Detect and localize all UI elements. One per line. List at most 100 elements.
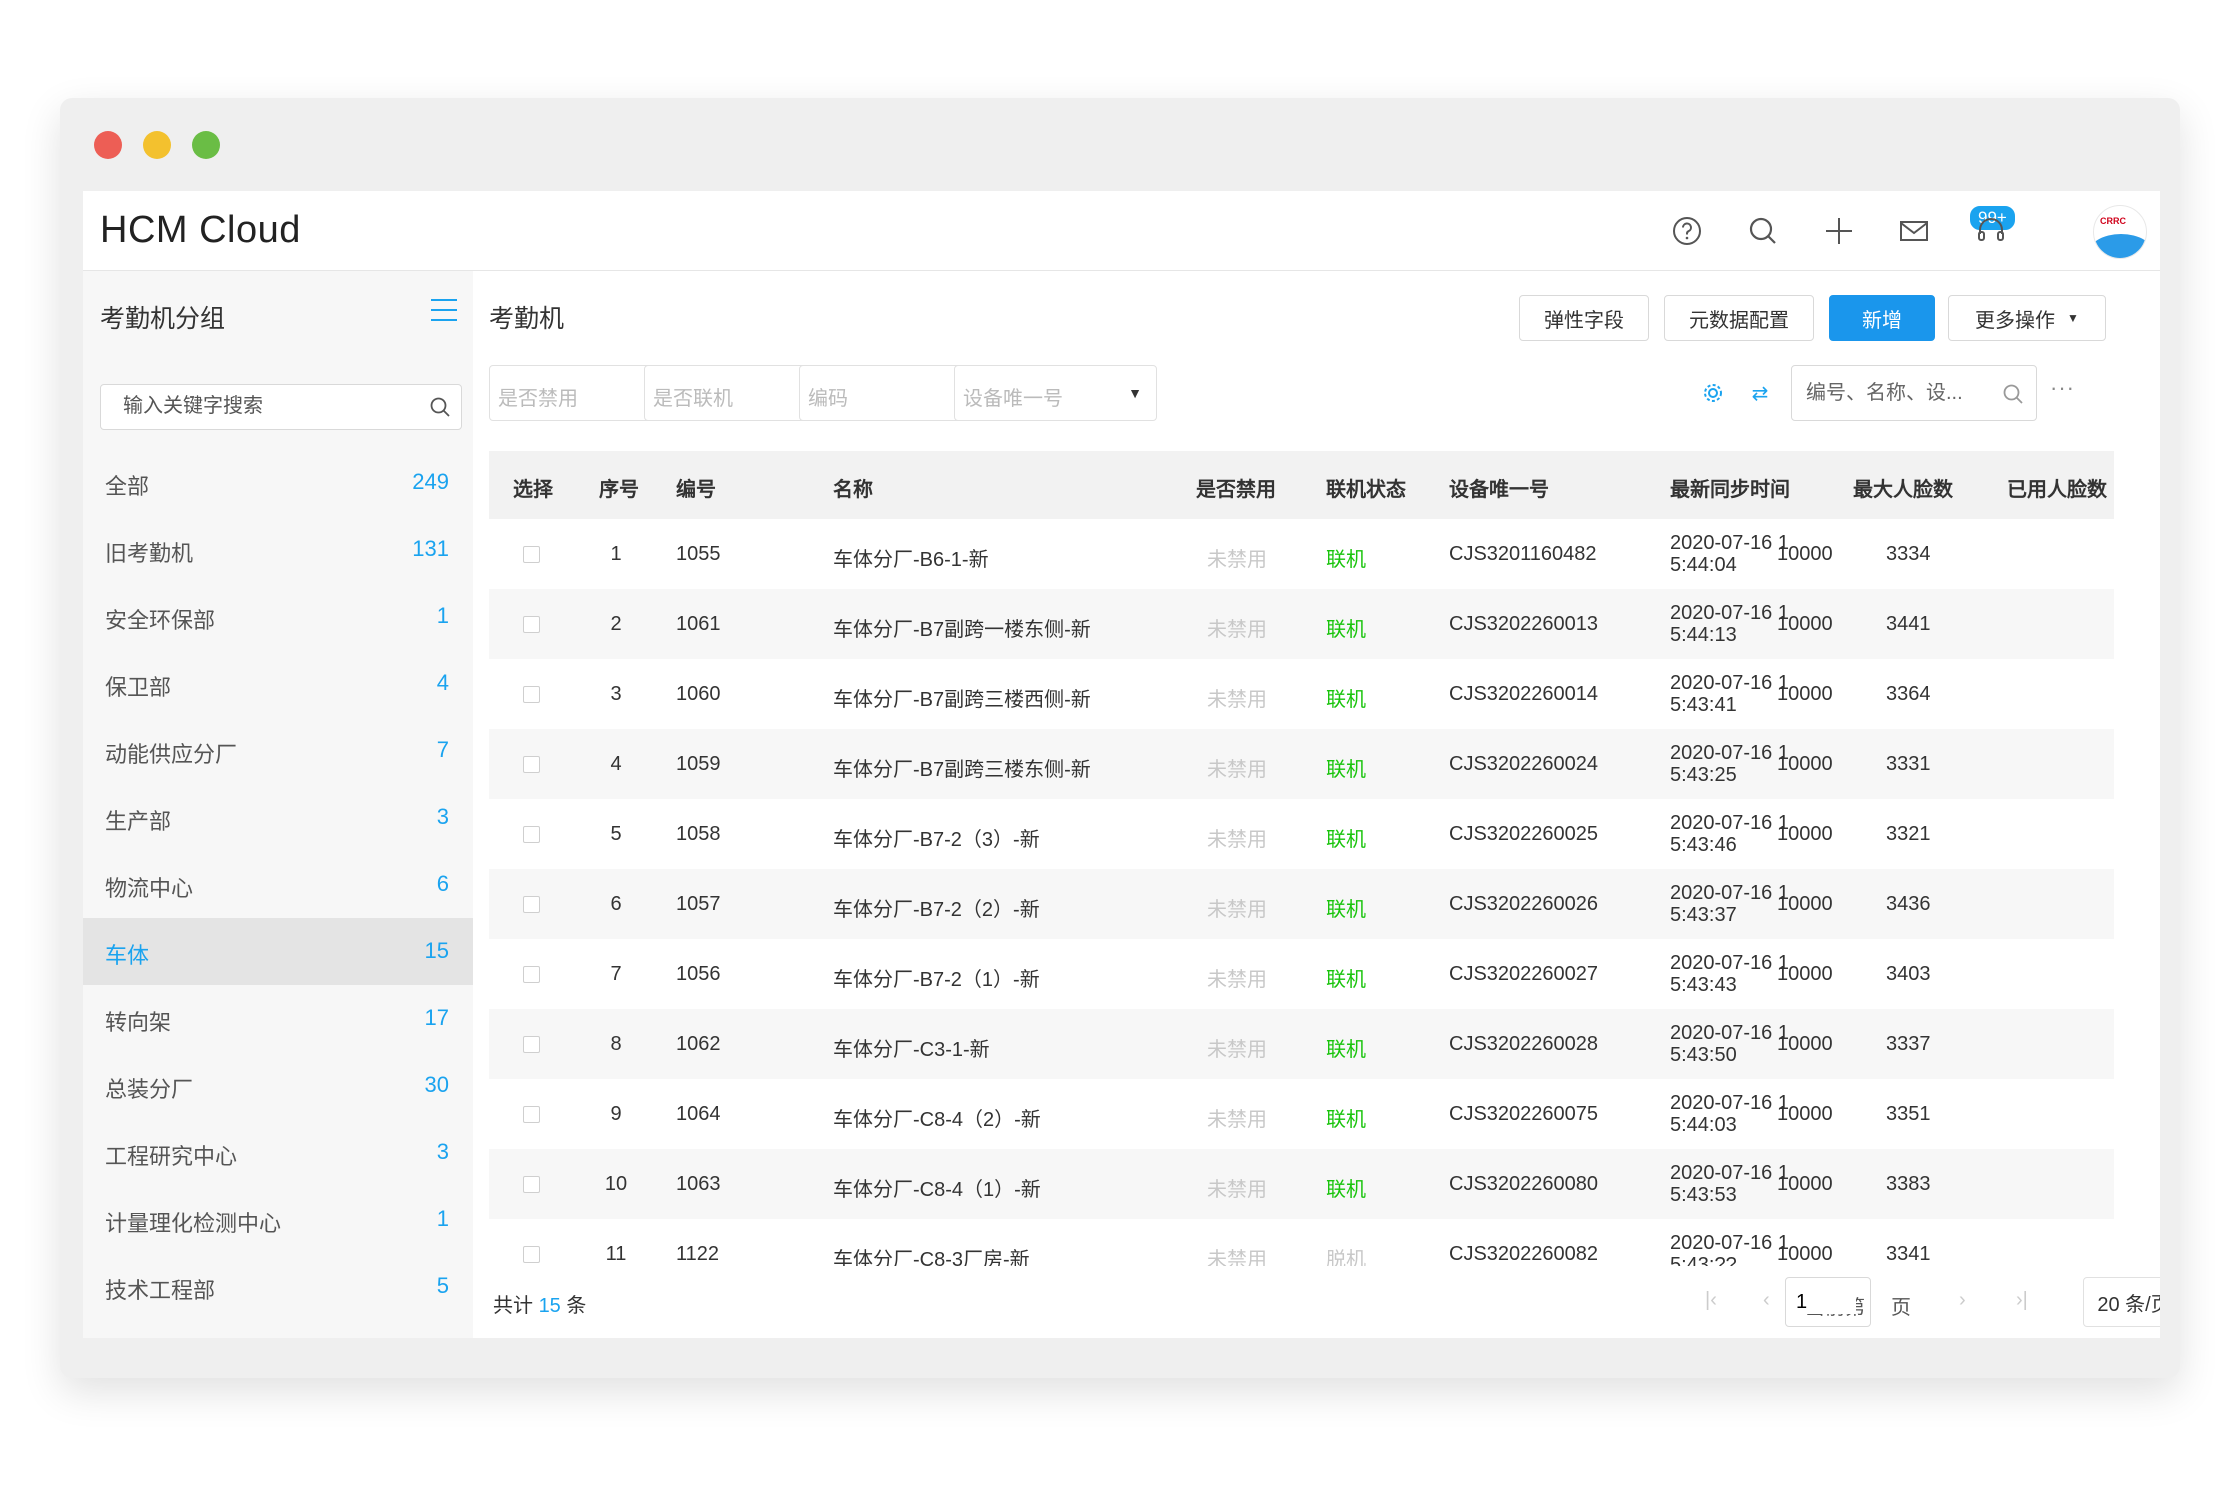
gear-icon[interactable] [1701, 382, 1725, 406]
cell-name: 车体分厂-B7-2（2）-新 [833, 899, 1040, 921]
table-row[interactable]: 7 1056 车体分厂-B7-2（1）-新 未禁用 联机 CJS3202260027 202… [489, 939, 2114, 1009]
minimize-window-button[interactable] [143, 131, 171, 159]
cell-max-faces: 10000 [1777, 1173, 1833, 1195]
cell-used-faces: 3331 [1886, 753, 1931, 775]
table-row[interactable]: 1 1055 车体分厂-B6-1-新 未禁用 联机 CJS3201160482 2020-0… [489, 519, 2114, 589]
cell-code: 1060 [676, 683, 721, 705]
cell-seq: 2 [610, 613, 622, 635]
table-row[interactable]: 3 1060 车体分厂-B7副跨三楼西侧-新 未禁用 联机 CJS3202260014 20… [489, 659, 2114, 729]
group-name: 旧考勤机 [105, 541, 194, 566]
help-icon[interactable] [1669, 213, 1705, 249]
row-checkbox[interactable] [523, 1036, 540, 1053]
table-row[interactable]: 9 1064 车体分厂-C8-4（2）-新 未禁用 联机 CJS3202260075 202… [489, 1079, 2114, 1149]
page-number-input[interactable] [1796, 1291, 1856, 1314]
last-page-icon[interactable]: ›| [2016, 1289, 2028, 1312]
flex-fields-button[interactable]: 弹性字段 [1519, 295, 1649, 341]
group-name: 车体 [105, 943, 150, 968]
sidebar-group-item[interactable]: 保卫部 4 [83, 650, 473, 717]
cell-code: 1122 [676, 1243, 720, 1265]
group-search[interactable] [100, 384, 462, 430]
cell-max-faces: 10000 [1777, 753, 1833, 775]
sidebar-group-item[interactable]: 生产部 3 [83, 784, 473, 851]
sidebar-group-item[interactable]: 工程研究中心 3 [83, 1119, 473, 1186]
sidebar-group-item[interactable]: 计量理化检测中心 1 [83, 1186, 473, 1253]
mail-icon[interactable] [1896, 213, 1932, 249]
header-name: 名称 [833, 479, 873, 501]
search-icon[interactable] [2002, 383, 2024, 410]
header-disabled: 是否禁用 [1196, 479, 1276, 501]
sidebar-group-item[interactable]: 车体 15 [83, 918, 473, 985]
table-row[interactable]: 2 1061 车体分厂-B7副跨一楼东侧-新 未禁用 联机 CJS3202260013 20… [489, 589, 2114, 659]
menu-icon[interactable] [431, 299, 457, 323]
row-checkbox[interactable] [523, 1106, 540, 1123]
cell-status: 联机 [1326, 689, 1366, 711]
maximize-window-button[interactable] [192, 131, 220, 159]
group-count: 5 [436, 1273, 449, 1298]
header-status: 联机状态 [1326, 479, 1406, 501]
sidebar-group-item[interactable]: 全部 249 [83, 449, 473, 516]
top-bar: HCM Cloud 99+ CRRC [83, 191, 2160, 271]
search-icon[interactable] [429, 396, 451, 423]
add-button[interactable]: 新增 [1829, 295, 1935, 341]
cell-seq: 11 [605, 1243, 627, 1265]
table-row[interactable]: 10 1063 车体分厂-C8-4（1）-新 未禁用 联机 CJS3202260080 20… [489, 1149, 2114, 1219]
cell-name: 车体分厂-B7副跨三楼东侧-新 [833, 759, 1091, 781]
main-panel: 考勤机 弹性字段 元数据配置 新增 更多操作 ▼ 是否禁用▼是否联机▼编码▼设备… [473, 271, 2160, 1338]
sidebar-group-item[interactable]: 动能供应分厂 7 [83, 717, 473, 784]
row-checkbox[interactable] [523, 1176, 540, 1193]
table-row[interactable]: 8 1062 车体分厂-C3-1-新 未禁用 联机 CJS3202260028 2020-0… [489, 1009, 2114, 1079]
prev-page-icon[interactable]: ‹ [1763, 1289, 1770, 1312]
group-name: 全部 [105, 474, 150, 499]
group-name: 计量理化检测中心 [105, 1211, 282, 1236]
next-page-icon[interactable]: › [1959, 1289, 1966, 1312]
row-checkbox[interactable] [523, 756, 540, 773]
cell-disabled: 未禁用 [1207, 1249, 1267, 1266]
keyword-search[interactable] [1791, 365, 2037, 421]
page-title: 考勤机 [489, 305, 565, 333]
table-row[interactable]: 5 1058 车体分厂-B7-2（3）-新 未禁用 联机 CJS3202260025 202… [489, 799, 2114, 869]
sidebar-group-item[interactable]: 安全环保部 1 [83, 583, 473, 650]
page-size-select[interactable]: 20 条/页 ▼ [2083, 1277, 2160, 1327]
sidebar-group-item[interactable]: 转向架 17 [83, 985, 473, 1052]
cell-used-faces: 3441 [1886, 613, 1931, 635]
app-content: HCM Cloud 99+ CRRC 考勤机分组 输入关键字搜索 全部 249 … [83, 191, 2160, 1338]
cell-max-faces: 10000 [1777, 1243, 1833, 1265]
metadata-config-button[interactable]: 元数据配置 [1664, 295, 1814, 341]
cell-device-id: CJS3202260075 [1449, 1103, 1599, 1125]
cell-seq: 4 [610, 753, 622, 775]
avatar[interactable]: CRRC [2093, 205, 2147, 259]
swap-icon[interactable]: ⇄ [1748, 382, 1772, 406]
row-checkbox[interactable] [523, 616, 540, 633]
table-row[interactable]: 11 1122 车体分厂-C8-3厂房-新 未禁用 脱机 CJS3202260082 202… [489, 1219, 2114, 1266]
row-checkbox[interactable] [523, 1246, 540, 1263]
row-checkbox[interactable] [523, 686, 540, 703]
sidebar-group-item[interactable]: 技术工程部 5 [83, 1253, 473, 1320]
filter-placeholder: 编码 [808, 388, 848, 410]
headset-icon[interactable] [1973, 213, 2009, 249]
first-page-icon[interactable]: |‹ [1705, 1289, 1717, 1312]
sidebar-group-item[interactable]: 总装分厂 30 [83, 1052, 473, 1119]
cell-disabled: 未禁用 [1207, 899, 1267, 921]
more-actions-button[interactable]: 更多操作 ▼ [1948, 295, 2106, 341]
row-checkbox[interactable] [523, 826, 540, 843]
row-checkbox[interactable] [523, 546, 540, 563]
table-row[interactable]: 4 1059 车体分厂-B7副跨三楼东侧-新 未禁用 联机 CJS3202260024 20… [489, 729, 2114, 799]
cell-code: 1064 [676, 1103, 721, 1125]
sidebar-group-item[interactable]: 旧考勤机 131 [83, 516, 473, 583]
close-window-button[interactable] [94, 131, 122, 159]
table-row[interactable]: 6 1057 车体分厂-B7-2（2）-新 未禁用 联机 CJS3202260026 202… [489, 869, 2114, 939]
plus-icon[interactable] [1821, 213, 1857, 249]
cell-max-faces: 10000 [1777, 893, 1833, 915]
more-options-icon[interactable]: ··· [2050, 375, 2075, 401]
sidebar-group-item[interactable]: 物流中心 6 [83, 851, 473, 918]
filter-select[interactable]: 设备唯一号 ▼ [954, 365, 1157, 421]
page-number-field[interactable] [1785, 1277, 1871, 1327]
cell-code: 1058 [676, 823, 721, 845]
group-search-input[interactable] [123, 395, 423, 418]
header-used-faces: 已用人脸数 [2007, 479, 2107, 501]
row-checkbox[interactable] [523, 896, 540, 913]
keyword-search-input[interactable] [1806, 382, 1986, 405]
search-icon[interactable] [1745, 213, 1781, 249]
row-checkbox[interactable] [523, 966, 540, 983]
cell-used-faces: 3321 [1886, 823, 1931, 845]
